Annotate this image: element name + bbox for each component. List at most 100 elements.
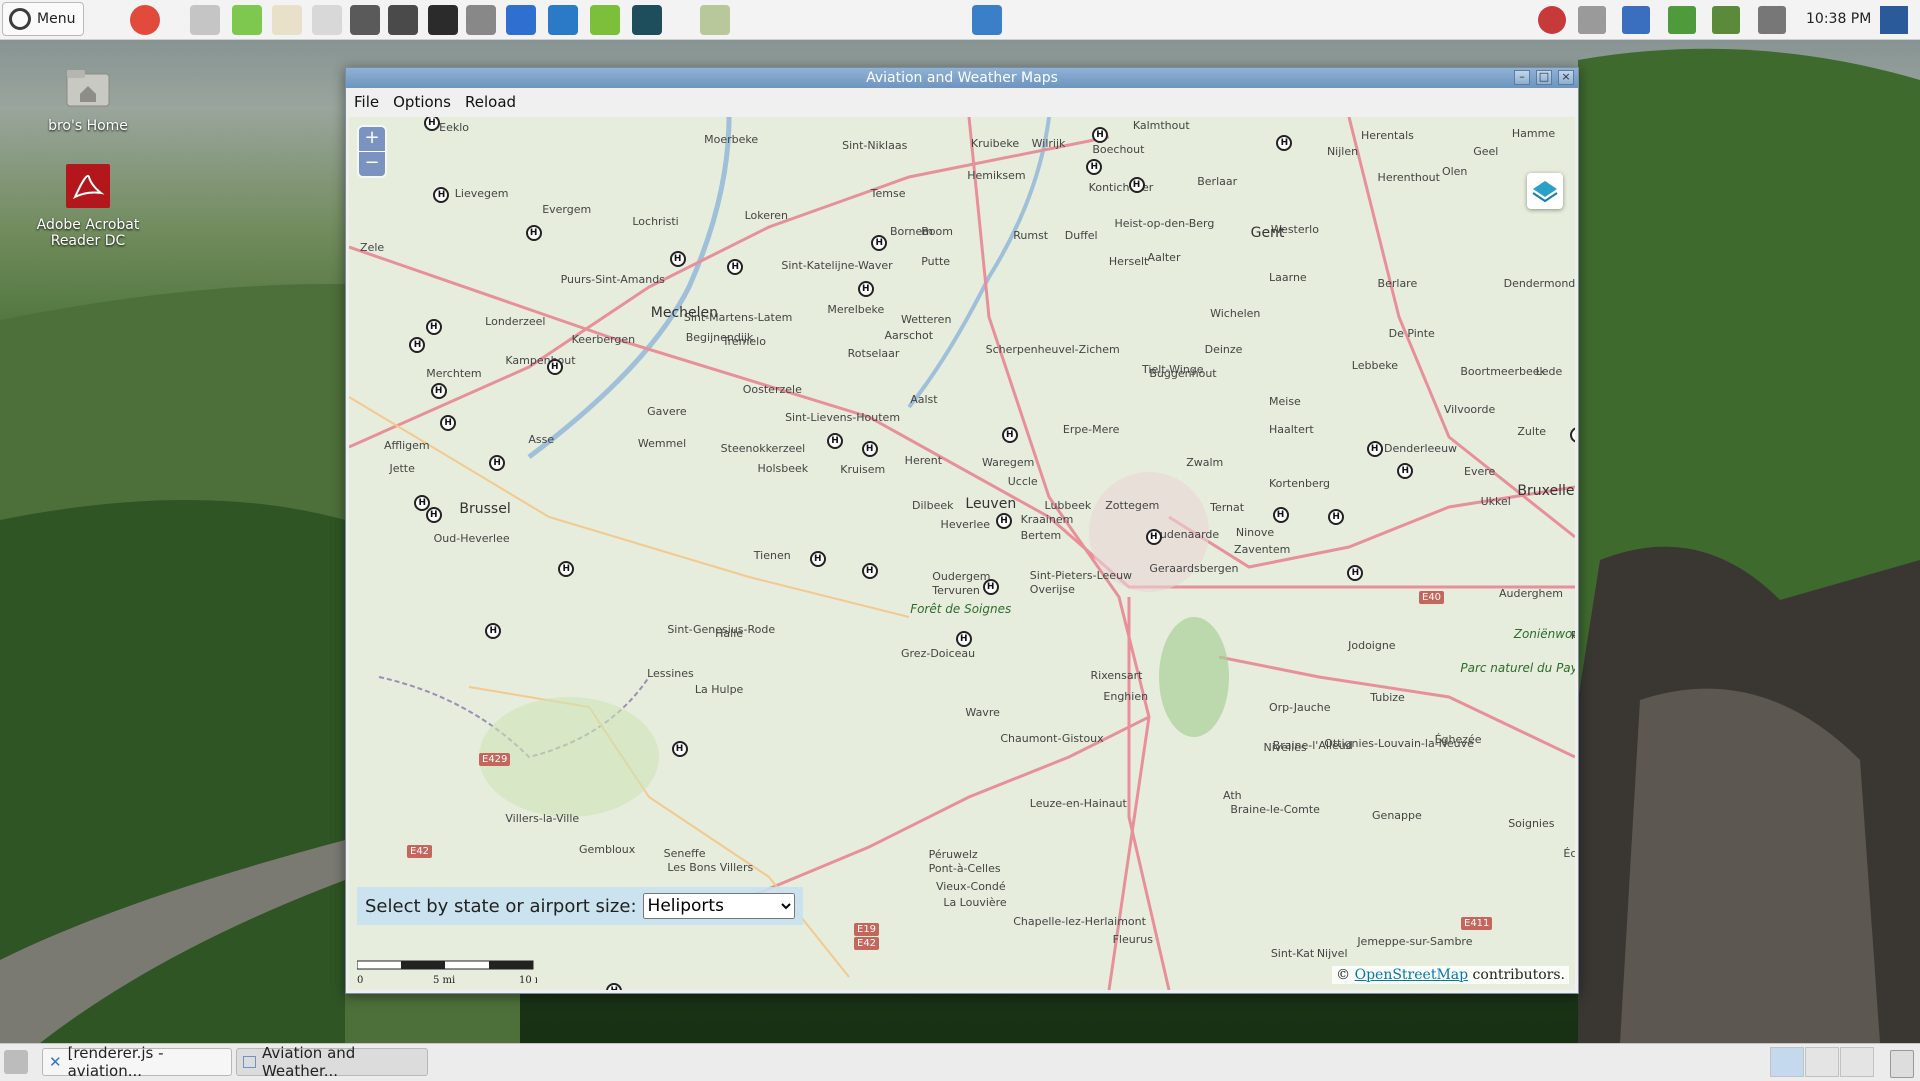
heliport-marker[interactable]: H [861,563,878,579]
clock[interactable]: 10:38 PM [1806,11,1871,27]
map-city-label: La Louvière [943,896,1007,909]
terminal-icon[interactable] [428,5,458,35]
openstreetmap-link[interactable]: OpenStreetMap [1355,967,1469,983]
scale-bar: 0 5 mi 10 mi [357,960,537,985]
zoom-out-button[interactable]: − [359,151,385,176]
heliport-marker[interactable]: H [1092,127,1109,143]
gnome-clocks-icon[interactable] [190,5,220,35]
vscode-icon[interactable] [548,5,578,35]
terminal-emulator-icon[interactable] [350,5,380,35]
layers-button[interactable] [1527,173,1563,209]
heliport-marker[interactable]: H [982,579,999,595]
map-city-label: Soignies [1508,817,1555,830]
trash-icon[interactable] [1890,1050,1914,1078]
workspace-1[interactable] [1770,1047,1804,1077]
heliport-marker[interactable]: H [861,441,878,457]
airport-size-select[interactable]: Heliports [642,893,795,919]
heliport-marker[interactable]: H [955,631,972,647]
desktop-icon-home[interactable]: bro's Home [33,64,143,134]
heliport-marker[interactable]: H [809,551,826,567]
heliport-marker[interactable]: H [525,225,542,241]
cube-app-icon[interactable] [232,5,262,35]
heliport-marker[interactable]: H [671,741,688,757]
heliport-marker[interactable]: H [546,359,563,375]
maps-app-icon[interactable] [700,5,730,35]
network-tray-icon[interactable] [1578,6,1606,34]
map-city-label: Merelbeke [827,303,885,316]
text-editor-icon[interactable] [272,5,302,35]
heliport-marker[interactable]: H [425,319,442,335]
map-city-label: Chaumont-Gistoux [1000,732,1104,745]
map-city-label: Wavre [965,706,1000,719]
vc-app-icon[interactable] [972,5,1002,35]
scale-label-10: 10 mi [519,975,537,985]
workspace-3[interactable] [1840,1047,1874,1077]
chrome-icon[interactable] [130,5,160,35]
map-city-label: Denderleeuw [1384,442,1458,455]
heliport-marker[interactable]: H [827,433,844,449]
heliport-marker[interactable]: H [857,281,874,297]
show-desktop-icon[interactable] [4,1050,28,1074]
map-city-label: Sint-Katelijne-Waver [781,259,893,272]
heliport-marker[interactable]: H [1128,177,1145,193]
map-city-label: Lede [1535,365,1563,378]
qgis-icon[interactable] [590,5,620,35]
map-view[interactable]: Eeklo Moerbeke Sint-Niklaas Kruibeke Wilrijk… [349,117,1575,990]
gitkraken-icon[interactable] [632,5,662,35]
file-cabinet-icon[interactable] [312,5,342,35]
map-city-label: Leuze-en-Hainaut [1029,797,1127,810]
volume-icon[interactable] [1758,6,1786,34]
map-city-label: Ath [1223,789,1242,802]
heliport-marker[interactable]: H [425,507,442,523]
task-aviation-maps[interactable]: Aviation and Weather... [236,1044,428,1080]
map-city-label: Tervuren [932,584,980,597]
menu-file[interactable]: File [354,93,379,111]
minimize-button[interactable]: – [1514,70,1530,85]
heliport-marker[interactable]: H [1145,529,1162,545]
workspace-2[interactable] [1805,1047,1839,1077]
heliport-marker[interactable]: H [1001,427,1018,443]
heliport-marker[interactable]: H [669,251,686,267]
top-panel: Menu 10:38 PM [0,0,1920,40]
map-city-label: Laarne [1269,271,1307,284]
computer-icon[interactable] [1880,6,1908,34]
road-shield: E42 [854,937,880,950]
map-city-label: Lessines [647,667,694,680]
main-menu-button[interactable]: Menu [2,2,84,36]
writer-icon[interactable] [506,5,536,35]
gimp-icon[interactable] [466,5,496,35]
heliport-marker[interactable]: H [1272,507,1289,523]
map-city-label: Geel [1473,145,1499,158]
window-titlebar[interactable]: Aviation and Weather Maps – □ × [346,68,1578,88]
map-city-label: Wichelen [1210,307,1261,320]
map-city-label: Seneffe [663,847,706,860]
heliport-marker[interactable]: H [1366,441,1383,457]
map-city-label: Heist-op-den-Berg [1114,217,1215,230]
menu-options[interactable]: Options [393,93,451,111]
calculator-icon[interactable] [388,5,418,35]
menu-reload[interactable]: Reload [465,93,516,111]
map-city-label: Keerbergen [571,333,636,346]
zoom-in-button[interactable]: + [359,127,385,151]
task-vscode[interactable]: ✕ [renderer.js - aviation... [42,1044,232,1080]
maximize-button[interactable]: □ [1536,70,1552,85]
map-city-label: Écaussinnes [1563,847,1575,860]
map-city-label: Enghien [1103,690,1149,703]
close-button[interactable]: × [1558,70,1574,85]
audio-mixer-icon[interactable] [1712,6,1740,34]
cpu-monitor-icon[interactable] [1622,6,1650,34]
menubar: File Options Reload [346,88,1578,116]
map-city-label: Leuven [965,496,1017,512]
map-city-label: Rixensart [1090,669,1143,682]
clock-tray-icon[interactable] [1538,6,1566,34]
desktop-icon-acrobat[interactable]: Adobe Acrobat Reader DC [33,163,143,249]
map-city-label: Oud-Heverlee [433,532,510,545]
heliport-marker[interactable]: H [996,513,1013,529]
heliport-marker[interactable]: H [430,383,447,399]
battery-icon[interactable] [1668,6,1696,34]
map-city-label: Zwalm [1186,456,1224,469]
map-city-label: Evere [1464,465,1496,478]
map-city-label: Vilvoorde [1443,403,1496,416]
map-city-label: Geraardsbergen [1149,562,1239,575]
map-city-label: Péruwelz [928,848,978,861]
